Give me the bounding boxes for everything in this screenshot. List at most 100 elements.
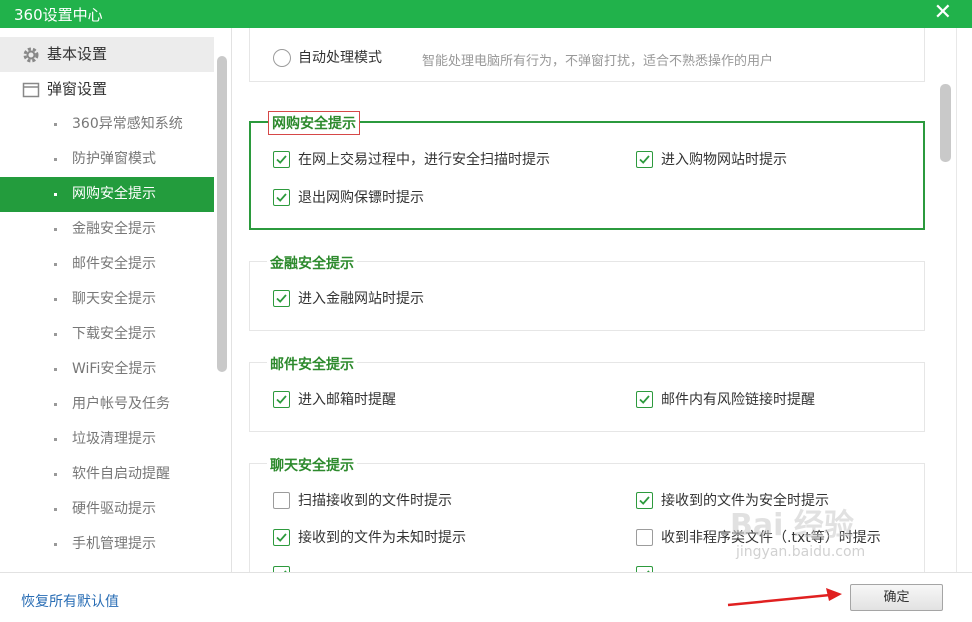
section-title: 金融安全提示 [267,253,357,273]
auto-mode-description: 智能处理电脑所有行为，不弹窗打扰，适合不熟悉操作的用户 [422,54,774,69]
option-label: 自动处理模式 [298,50,382,66]
option-label: 在网上交易过程中，进行安全扫描时提示 [298,152,550,168]
sidebar-item-label: 硬件驱动提示 [72,501,156,517]
checkbox-unchecked[interactable] [273,492,290,509]
option-enter-finance-site[interactable]: 进入金融网站时提示 [273,288,473,310]
content-area: 基本设置 弹窗设置 360异常感知系统 防护弹窗模式 网购安全提示 金融安全提示… [0,28,972,572]
checkbox-checked[interactable] [273,391,290,408]
restore-defaults-link[interactable]: 恢复所有默认值 [21,591,119,611]
sidebar-scrollbar[interactable] [217,56,227,372]
sidebar-group-label: 基本设置 [47,45,108,63]
sidebar: 基本设置 弹窗设置 360异常感知系统 防护弹窗模式 网购安全提示 金融安全提示… [0,28,232,572]
option-label: 退出网购保镖时提示 [298,190,424,206]
option-risky-link-in-mail[interactable]: 邮件内有风险链接时提醒 [636,389,876,411]
bullet-icon [54,193,57,196]
checkbox-checked[interactable] [273,189,290,206]
bullet-icon [54,403,57,406]
sidebar-item-label: 手机管理提示 [72,536,156,552]
option-label: 邮件内有风险链接时提醒 [661,392,815,408]
sidebar-group-basic[interactable]: 基本设置 [0,37,214,72]
section-chat: 聊天安全提示 扫描接收到的文件时提示 接收到的文件为安全时提示 接收到的文件为未… [249,455,925,572]
option-file-safe[interactable]: 接收到的文件为安全时提示 [636,490,876,512]
sidebar-item-wifi[interactable]: WiFi安全提示 [0,352,214,387]
sidebar-item-shopping[interactable]: 网购安全提示 [0,177,214,212]
red-arrow-icon [727,588,842,607]
sidebar-item-label: 金融安全提示 [72,221,156,237]
sidebar-item-account[interactable]: 用户帐号及任务 [0,387,214,422]
option-label: 扫描接收到的文件时提示 [298,493,452,509]
radio-button[interactable] [273,49,291,67]
bullet-icon [54,438,57,441]
checkbox-checked[interactable] [273,529,290,546]
bullet-icon [54,508,57,511]
sidebar-item-finance[interactable]: 金融安全提示 [0,212,214,247]
sidebar-item-label: 软件自启动提醒 [72,466,170,482]
option-enter-shopping-site[interactable]: 进入购物网站时提示 [636,149,836,171]
sidebar-item-mail[interactable]: 邮件安全提示 [0,247,214,282]
auto-mode-radio[interactable]: 自动处理模式 [273,47,403,69]
sidebar-item-chat[interactable]: 聊天安全提示 [0,282,214,317]
sidebar-item-cleanup[interactable]: 垃圾清理提示 [0,422,214,457]
option-non-program-file[interactable]: 收到非程序类文件（.txt等）时提示 [636,527,916,549]
footer: 恢复所有默认值 确定 [0,572,972,622]
checkbox-checked[interactable] [636,492,653,509]
option-label: 进入购物网站时提示 [661,152,787,168]
gear-icon [23,47,39,63]
bullet-icon [54,228,57,231]
option-exit-shopping-guard[interactable]: 退出网购保镖时提示 [273,187,473,209]
checkbox-checked[interactable] [636,391,653,408]
main-scrollbar-thumb[interactable] [940,84,951,162]
checkbox-checked[interactable] [636,151,653,168]
sidebar-item-label: 聊天安全提示 [72,291,156,307]
option-scan-received-file[interactable]: 扫描接收到的文件时提示 [273,490,503,512]
option-label: 进入金融网站时提示 [298,291,424,307]
bullet-icon [54,543,57,546]
sidebar-item-popup-mode[interactable]: 防护弹窗模式 [0,142,214,177]
checkbox-unchecked[interactable] [636,529,653,546]
section-title: 网购安全提示 [268,111,360,135]
option-partial-row[interactable] [636,564,656,572]
sidebar-item-label: 用户帐号及任务 [72,396,170,412]
sidebar-item-label: WiFi安全提示 [72,361,157,377]
section-shopping: 网购安全提示 在网上交易过程中，进行安全扫描时提示 进入购物网站时提示 退出网购… [249,111,925,230]
sidebar-item-driver[interactable]: 硬件驱动提示 [0,492,214,527]
sidebar-item-label: 下载安全提示 [72,326,156,342]
sidebar-item-autostart[interactable]: 软件自启动提醒 [0,457,214,492]
sidebar-item-download[interactable]: 下载安全提示 [0,317,214,352]
section-finance: 金融安全提示 进入金融网站时提示 [249,253,925,331]
section-popup-mode: 自动处理模式 智能处理电脑所有行为，不弹窗打扰，适合不熟悉操作的用户 [249,28,925,82]
sidebar-item-label: 防护弹窗模式 [72,151,156,167]
bullet-icon [54,333,57,336]
bullet-icon [54,123,57,126]
option-label: 收到非程序类文件（.txt等）时提示 [661,530,881,546]
sidebar-group-popup[interactable]: 弹窗设置 [0,72,214,107]
title-bar: 360设置中心 ✕ [0,0,972,28]
sidebar-item-phone[interactable]: 手机管理提示 [0,527,214,562]
bullet-icon [54,368,57,371]
section-title: 聊天安全提示 [267,455,357,475]
close-icon[interactable]: ✕ [934,1,952,25]
option-label: 接收到的文件为安全时提示 [661,493,829,509]
checkbox-checked[interactable] [273,151,290,168]
sidebar-item-label: 邮件安全提示 [72,256,156,272]
option-scan-during-transaction[interactable]: 在网上交易过程中，进行安全扫描时提示 [273,149,603,171]
option-label: 接收到的文件为未知时提示 [298,530,466,546]
sidebar-group-label: 弹窗设置 [47,80,108,98]
window-title: 360设置中心 [14,6,103,24]
option-label: 进入邮箱时提醒 [298,392,396,408]
sidebar-item-label: 360异常感知系统 [72,116,183,132]
bullet-icon [54,473,57,476]
section-title: 邮件安全提示 [267,354,357,374]
sidebar-item-label: 垃圾清理提示 [72,431,156,447]
option-enter-mailbox[interactable]: 进入邮箱时提醒 [273,389,473,411]
ok-button[interactable]: 确定 [850,584,943,611]
sidebar-item-anomaly[interactable]: 360异常感知系统 [0,107,214,142]
option-partial-row[interactable] [273,564,293,572]
section-mail: 邮件安全提示 进入邮箱时提醒 邮件内有风险链接时提醒 [249,354,925,432]
settings-panel: 自动处理模式 智能处理电脑所有行为，不弹窗打扰，适合不熟悉操作的用户 网购安全提… [233,28,956,572]
sidebar-item-label: 网购安全提示 [72,186,156,202]
checkbox-checked[interactable] [273,290,290,307]
option-file-unknown[interactable]: 接收到的文件为未知时提示 [273,527,513,549]
bullet-icon [54,263,57,266]
bullet-icon [54,298,57,301]
